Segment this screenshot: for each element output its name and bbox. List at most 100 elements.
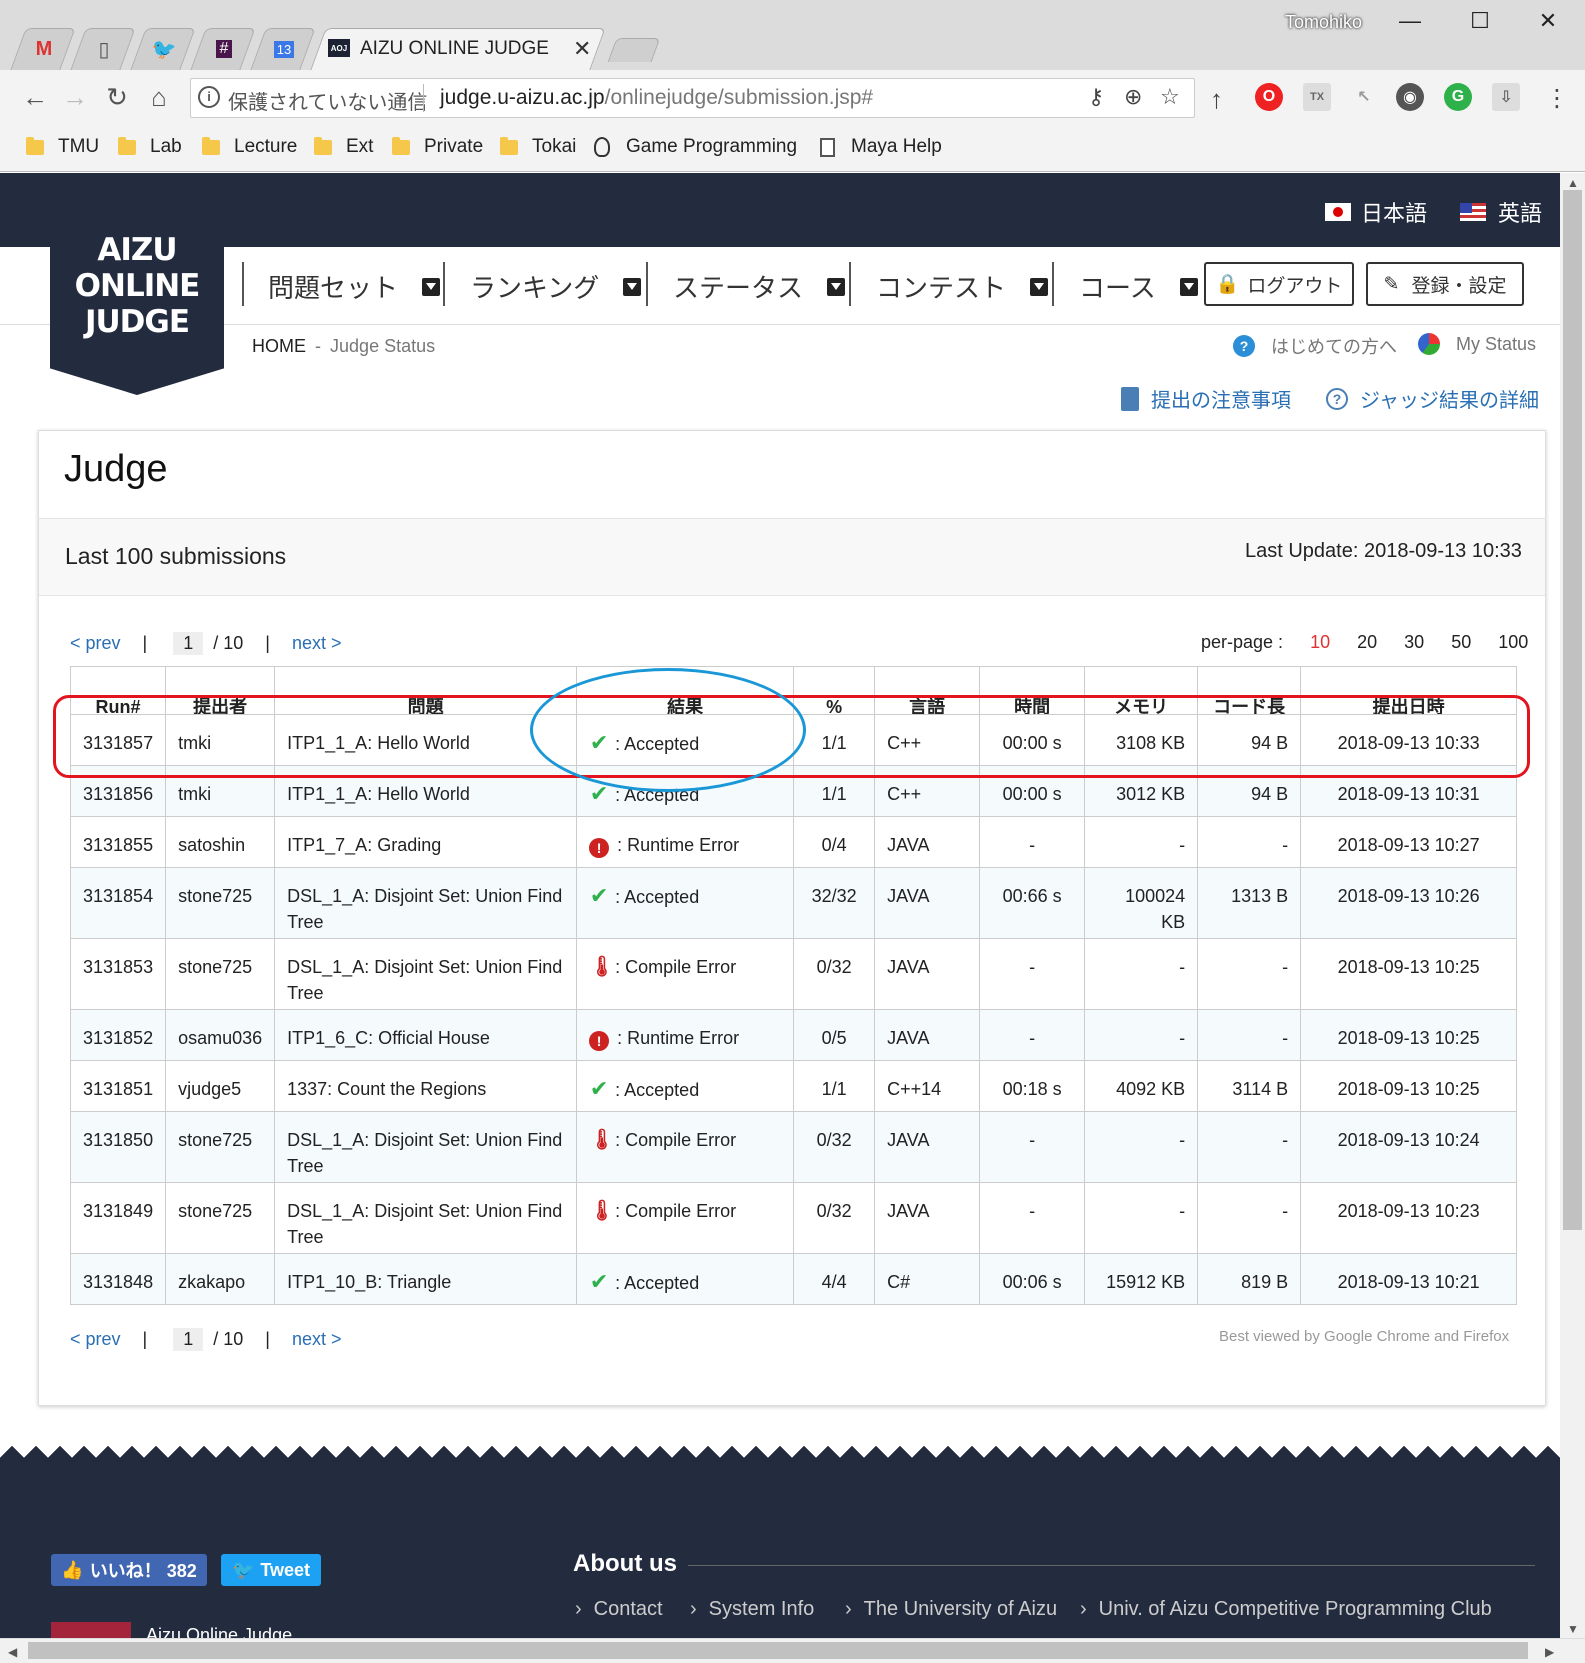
horizontal-scroll-thumb[interactable] bbox=[28, 1642, 1528, 1659]
star-icon[interactable]: ☆ bbox=[1160, 84, 1180, 110]
submitter[interactable]: tmki bbox=[165, 714, 276, 766]
percent[interactable]: 0/32 bbox=[793, 1111, 876, 1183]
result-cell[interactable]: ✔: Accepted bbox=[576, 714, 795, 766]
percent[interactable]: 0/32 bbox=[793, 938, 876, 1010]
language[interactable]: C# bbox=[874, 1253, 981, 1305]
submitter[interactable]: stone725 bbox=[165, 1182, 276, 1254]
tab-close-icon[interactable]: ✕ bbox=[573, 36, 591, 62]
new-tab-button[interactable] bbox=[607, 38, 661, 62]
run-id[interactable]: 3131855 bbox=[69, 816, 167, 868]
result-cell[interactable]: 🌡: Compile Error bbox=[576, 938, 795, 1010]
result-cell[interactable]: 🌡: Compile Error bbox=[576, 1111, 795, 1183]
submitter[interactable]: satoshin bbox=[165, 816, 276, 868]
menu-status[interactable]: ステータス bbox=[673, 268, 846, 305]
submitter[interactable]: stone725 bbox=[165, 867, 276, 939]
page-number[interactable]: 1 bbox=[173, 632, 204, 655]
language[interactable]: JAVA bbox=[874, 1182, 981, 1254]
run-id[interactable]: 3131857 bbox=[69, 714, 167, 766]
profile-name[interactable]: Tomohiko bbox=[1285, 12, 1362, 33]
submitter[interactable]: vjudge5 bbox=[165, 1060, 276, 1112]
minimize-icon[interactable]: — bbox=[1395, 8, 1425, 34]
reload-icon[interactable]: ↻ bbox=[100, 82, 134, 113]
problem-link[interactable]: 1337: Count the Regions bbox=[274, 1060, 578, 1112]
menu-ranking[interactable]: ランキング bbox=[470, 268, 642, 305]
bookmark-lecture[interactable]: Lecture bbox=[202, 136, 297, 158]
scroll-up-icon[interactable]: ▲ bbox=[1567, 176, 1579, 190]
percent[interactable]: 32/32 bbox=[793, 867, 876, 939]
menu-kebab-icon[interactable]: ⋮ bbox=[1545, 84, 1569, 113]
percent[interactable]: 1/1 bbox=[793, 1060, 876, 1112]
percent[interactable]: 1/1 bbox=[793, 765, 876, 817]
percent[interactable]: 0/4 bbox=[793, 816, 876, 868]
language[interactable]: JAVA bbox=[874, 1009, 981, 1061]
run-id[interactable]: 3131854 bbox=[69, 867, 167, 939]
per-page-50[interactable]: 50 bbox=[1451, 632, 1471, 652]
problem-link[interactable]: DSL_1_A: Disjoint Set: Union Find Tree bbox=[274, 867, 578, 939]
scroll-left-icon[interactable]: ◀ bbox=[8, 1645, 17, 1659]
run-id[interactable]: 3131849 bbox=[69, 1182, 167, 1254]
result-cell[interactable]: !: Runtime Error bbox=[576, 1009, 795, 1061]
problem-link[interactable]: DSL_1_A: Disjoint Set: Union Find Tree bbox=[274, 1182, 578, 1254]
forward-icon[interactable]: → bbox=[58, 82, 92, 113]
language[interactable]: C++ bbox=[874, 765, 981, 817]
menu-contest[interactable]: コンテスト bbox=[876, 268, 1049, 305]
per-page-20[interactable]: 20 bbox=[1357, 632, 1377, 652]
language[interactable]: JAVA bbox=[874, 867, 981, 939]
problem-link[interactable]: DSL_1_A: Disjoint Set: Union Find Tree bbox=[274, 938, 578, 1010]
beginner-link[interactable]: ? はじめての方へ bbox=[1233, 333, 1397, 359]
zoom-icon[interactable]: ⊕ bbox=[1124, 84, 1142, 110]
submission-notes-link[interactable]: 提出の注意事項 bbox=[1121, 384, 1291, 413]
lang-japanese[interactable]: 日本語 bbox=[1325, 196, 1427, 228]
percent[interactable]: 4/4 bbox=[793, 1253, 876, 1305]
bookmark-lab[interactable]: Lab bbox=[118, 136, 182, 158]
home-icon[interactable]: ⌂ bbox=[142, 82, 176, 113]
language[interactable]: C++ bbox=[874, 714, 981, 766]
scroll-down-icon[interactable]: ▼ bbox=[1567, 1622, 1579, 1636]
run-id[interactable]: 3131856 bbox=[69, 765, 167, 817]
my-status-link[interactable]: My Status bbox=[1418, 333, 1536, 355]
maximize-icon[interactable]: ☐ bbox=[1465, 8, 1495, 34]
prev-link[interactable]: < prev bbox=[70, 1329, 121, 1350]
download-icon[interactable]: ⇩ bbox=[1492, 83, 1520, 111]
problem-link[interactable]: ITP1_6_C: Official House bbox=[274, 1009, 578, 1061]
footer-link-club[interactable]: › Univ. of Aizu Competitive Programming C… bbox=[1080, 1598, 1492, 1621]
run-id[interactable]: 3131852 bbox=[69, 1009, 167, 1061]
language[interactable]: JAVA bbox=[874, 1111, 981, 1183]
settings-button[interactable]: ✎ 登録・設定 bbox=[1366, 262, 1524, 306]
footer-link-contact[interactable]: › Contact bbox=[575, 1598, 663, 1621]
judge-details-link[interactable]: ? ジャッジ結果の詳細 bbox=[1326, 384, 1539, 413]
bookmark-tokai[interactable]: Tokai bbox=[500, 136, 576, 158]
bookmark-private[interactable]: Private bbox=[392, 136, 483, 158]
submitter[interactable]: zkakapo bbox=[165, 1253, 276, 1305]
submitter[interactable]: osamu036 bbox=[165, 1009, 276, 1061]
bookmark-tmu[interactable]: TMU bbox=[26, 136, 99, 158]
prev-link[interactable]: < prev bbox=[70, 633, 121, 654]
problem-link[interactable]: ITP1_7_A: Grading bbox=[274, 816, 578, 868]
per-page-30[interactable]: 30 bbox=[1404, 632, 1424, 652]
run-id[interactable]: 3131851 bbox=[69, 1060, 167, 1112]
language[interactable]: JAVA bbox=[874, 816, 981, 868]
submitter[interactable]: stone725 bbox=[165, 1111, 276, 1183]
submitter[interactable]: stone725 bbox=[165, 938, 276, 1010]
result-cell[interactable]: ✔: Accepted bbox=[576, 1060, 795, 1112]
run-id[interactable]: 3131850 bbox=[69, 1111, 167, 1183]
logout-button[interactable]: 🔒 ログアウト bbox=[1204, 262, 1354, 306]
upload-arrow-icon[interactable]: ↑ bbox=[1210, 84, 1223, 115]
percent[interactable]: 0/5 bbox=[793, 1009, 876, 1061]
language[interactable]: C++14 bbox=[874, 1060, 981, 1112]
bookmark-ext[interactable]: Ext bbox=[314, 136, 373, 158]
language[interactable]: JAVA bbox=[874, 938, 981, 1010]
footer-link-system-info[interactable]: › System Info bbox=[690, 1598, 814, 1621]
percent[interactable]: 0/32 bbox=[793, 1182, 876, 1254]
tweet-button[interactable]: 🐦 Tweet bbox=[221, 1554, 321, 1586]
problem-link[interactable]: ITP1_1_A: Hello World bbox=[274, 714, 578, 766]
bookmark-maya-help[interactable]: Maya Help bbox=[820, 136, 942, 158]
problem-link[interactable]: ITP1_1_A: Hello World bbox=[274, 765, 578, 817]
footer-link-university[interactable]: › The University of Aizu bbox=[845, 1598, 1057, 1621]
extension-film-icon[interactable]: ◉ bbox=[1396, 83, 1424, 111]
result-cell[interactable]: 🌡: Compile Error bbox=[576, 1182, 795, 1254]
facebook-like-button[interactable]: 👍 いいね！ 382 bbox=[51, 1554, 207, 1586]
bookmark-game-programming[interactable]: Game Programming bbox=[594, 136, 797, 158]
run-id[interactable]: 3131853 bbox=[69, 938, 167, 1010]
vertical-scroll-thumb[interactable] bbox=[1563, 190, 1582, 1230]
